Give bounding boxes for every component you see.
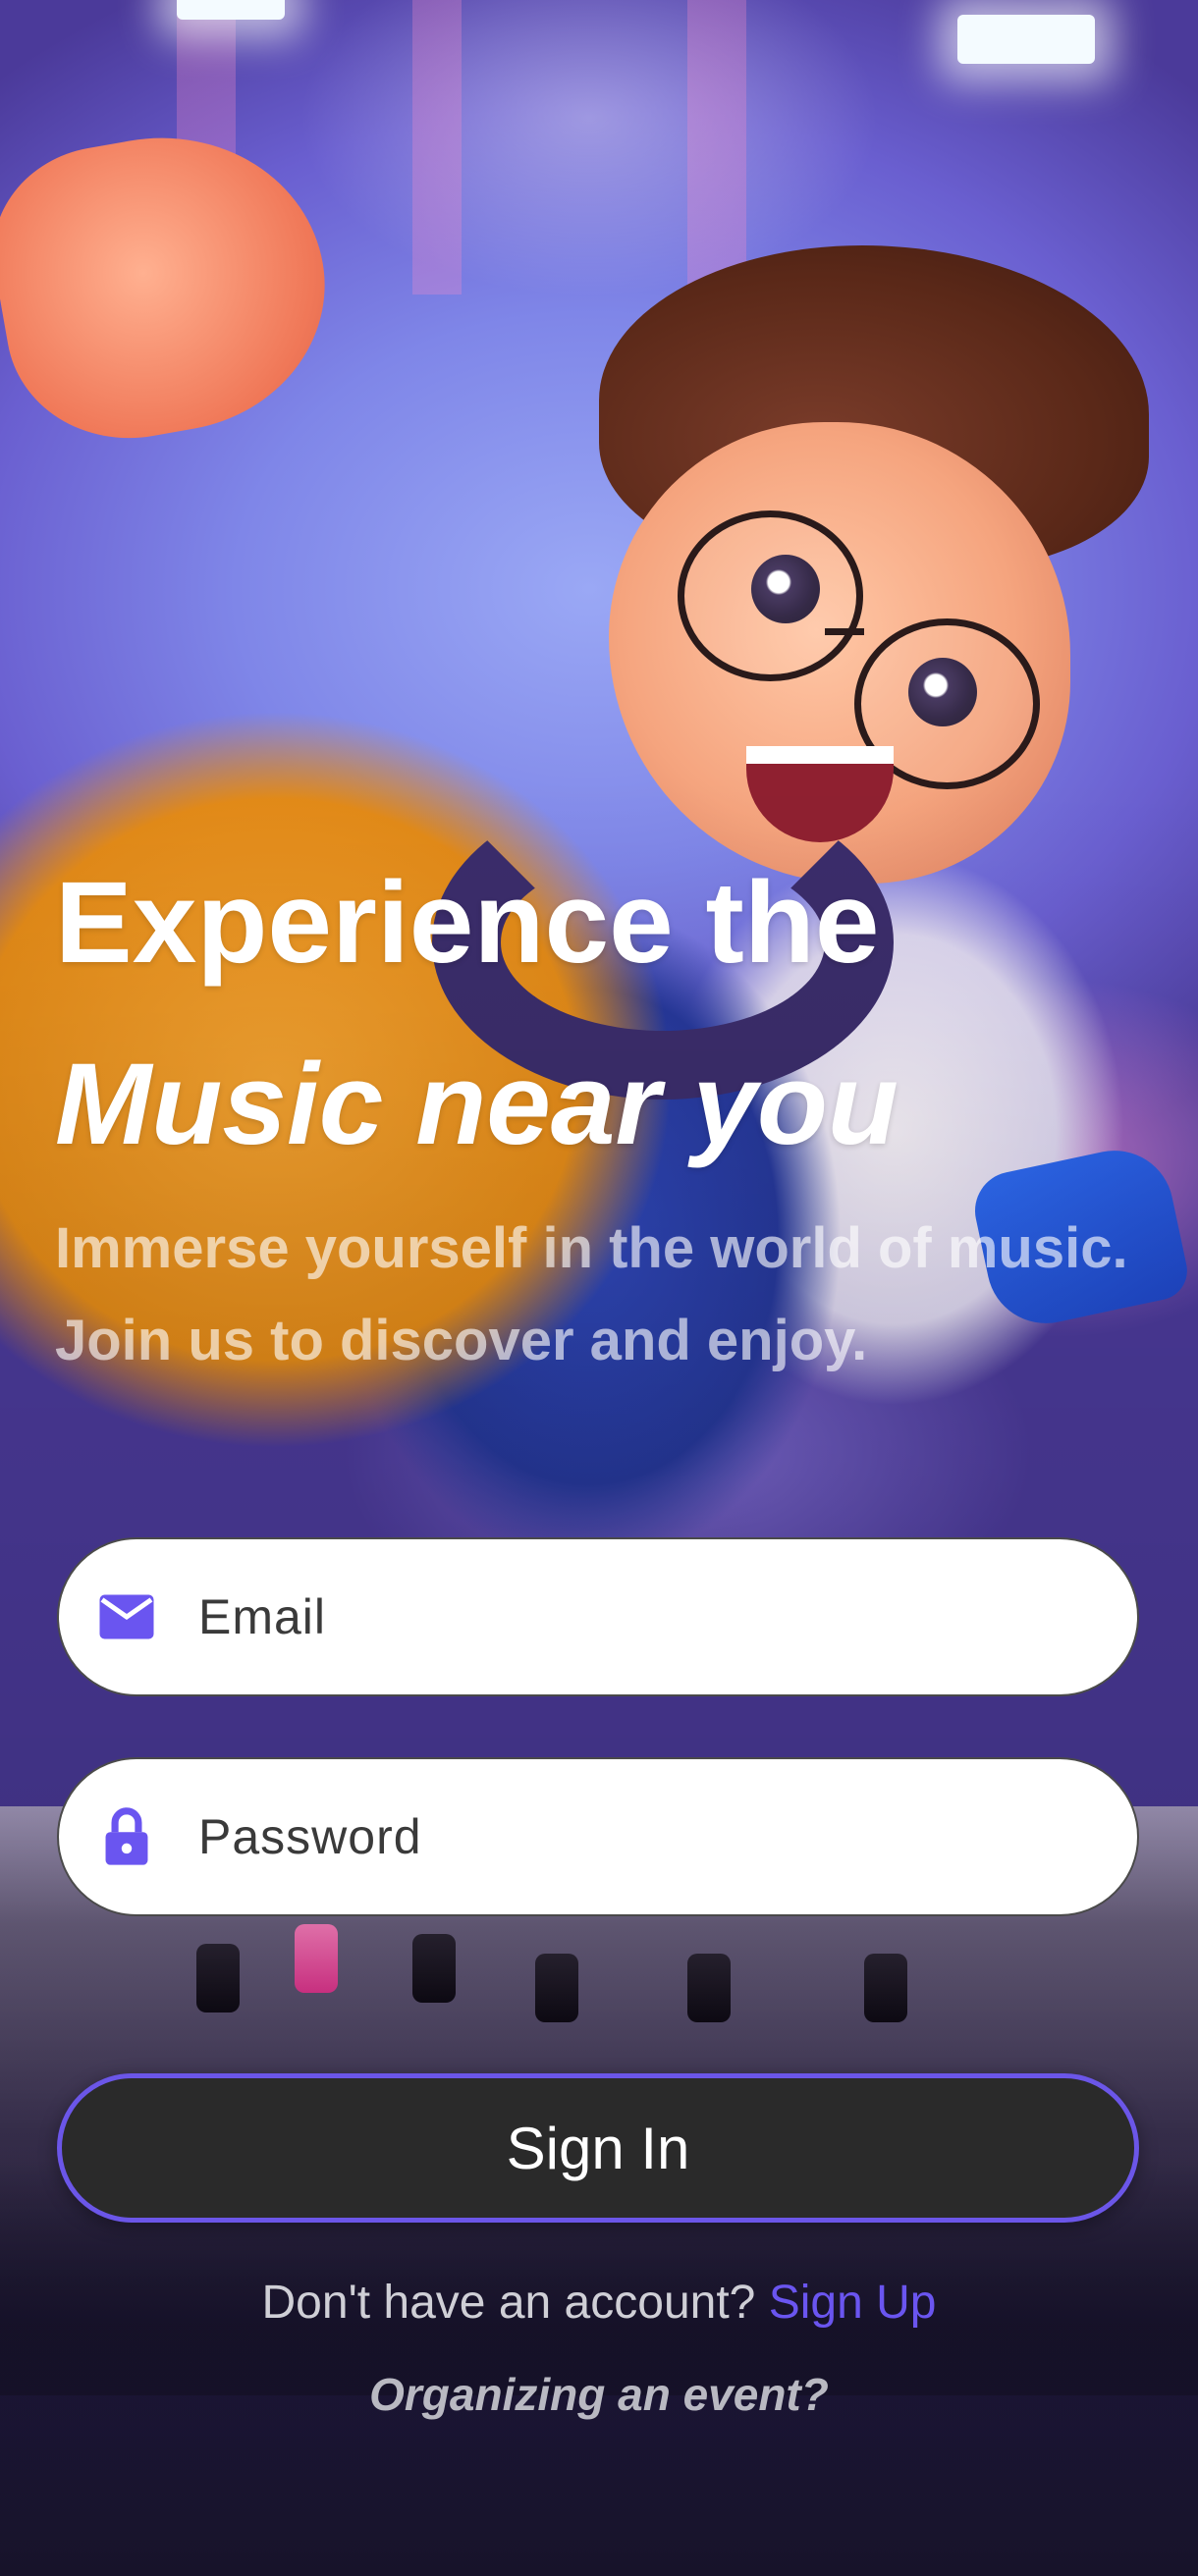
lock-icon — [92, 1806, 161, 1867]
password-input[interactable] — [196, 1807, 1084, 1866]
email-input[interactable] — [196, 1587, 1084, 1646]
hero-title-line2: Music near you — [55, 1040, 899, 1169]
hero-subtitle: Immerse yourself in the world of music. … — [55, 1216, 1128, 1372]
sign-in-button[interactable]: Sign In — [57, 2073, 1139, 2223]
password-field[interactable] — [57, 1757, 1139, 1916]
signup-prompt-row: Don't have an account? Sign Up — [0, 2276, 1198, 2330]
mail-icon — [92, 1592, 161, 1641]
sign-in-label: Sign In — [506, 2115, 690, 2181]
hero-title: Experience the Music near you — [55, 832, 1145, 1196]
organizer-link[interactable]: Organizing an event? — [0, 2368, 1198, 2421]
sign-up-link[interactable]: Sign Up — [769, 2277, 937, 2329]
signup-prompt-text: Don't have an account? — [261, 2277, 769, 2329]
hero-title-line1: Experience the — [55, 858, 880, 988]
email-field[interactable] — [57, 1537, 1139, 1696]
